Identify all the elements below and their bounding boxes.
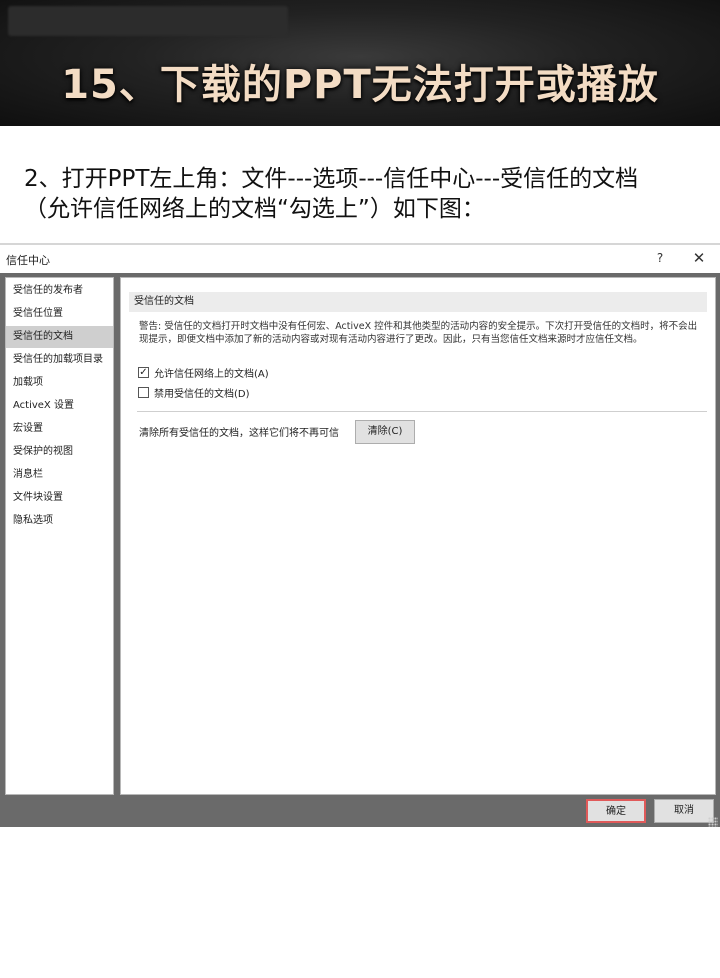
allow-network-documents-checkbox[interactable]: ✓ 允许信任网络上的文档(A) bbox=[138, 364, 269, 380]
trust-center-dialog: 信任中心 ? ✕ 受信任的发布者 受信任位置 受信任的文档 受信任的加载项目录 … bbox=[0, 243, 720, 827]
close-icon[interactable]: ✕ bbox=[690, 249, 708, 267]
sidebar-item-file-block-settings[interactable]: 文件块设置 bbox=[6, 487, 113, 509]
dialog-body: 受信任的发布者 受信任位置 受信任的文档 受信任的加载项目录 加载项 Activ… bbox=[0, 273, 720, 801]
checkbox-unchecked-icon[interactable] bbox=[138, 386, 149, 398]
section-header: 受信任的文档 bbox=[129, 292, 707, 312]
sidebar-item-activex-settings[interactable]: ActiveX 设置 bbox=[6, 395, 113, 417]
sidebar-item-message-bar[interactable]: 消息栏 bbox=[6, 464, 113, 486]
sidebar-item-trusted-locations[interactable]: 受信任位置 bbox=[6, 303, 113, 325]
blurred-header-text bbox=[8, 6, 288, 36]
divider bbox=[137, 411, 707, 412]
sidebar-item-macro-settings[interactable]: 宏设置 bbox=[6, 418, 113, 440]
dialog-titlebar: 信任中心 ? ✕ bbox=[0, 245, 720, 273]
help-icon[interactable]: ? bbox=[652, 249, 668, 267]
cancel-button[interactable]: 取消 bbox=[654, 799, 714, 823]
clear-button[interactable]: 清除(C) bbox=[355, 420, 415, 444]
instruction-text: 2、打开PPT左上角：文件---选项---信任中心---受信任的文档（允许信任网… bbox=[24, 166, 639, 222]
sidebar-item-privacy-options[interactable]: 隐私选项 bbox=[6, 510, 113, 532]
clear-description: 清除所有受信任的文档，这样它们将不再可信 bbox=[139, 428, 339, 439]
checkbox-label: 允许信任网络上的文档(A) bbox=[154, 368, 269, 380]
content-panel: 受信任的文档 警告: 受信任的文档打开时文档中没有任何宏、ActiveX 控件和… bbox=[120, 277, 716, 795]
sidebar: 受信任的发布者 受信任位置 受信任的文档 受信任的加载项目录 加载项 Activ… bbox=[5, 277, 114, 795]
checkbox-checked-icon[interactable]: ✓ bbox=[138, 366, 149, 378]
sidebar-item-protected-view[interactable]: 受保护的视图 bbox=[6, 441, 113, 463]
warning-text: 警告: 受信任的文档打开时文档中没有任何宏、ActiveX 控件和其他类型的活动… bbox=[139, 321, 698, 345]
resize-grip-icon[interactable] bbox=[708, 817, 718, 827]
checkbox-label: 禁用受信任的文档(D) bbox=[154, 388, 250, 400]
sidebar-item-trusted-documents[interactable]: 受信任的文档 bbox=[6, 326, 113, 348]
sidebar-item-trusted-addin-catalogs[interactable]: 受信任的加载项目录 bbox=[6, 349, 113, 371]
sidebar-item-trusted-publishers[interactable]: 受信任的发布者 bbox=[6, 280, 113, 302]
banner-title: 15、下载的PPT无法打开或播放 bbox=[61, 62, 659, 108]
sidebar-item-addins[interactable]: 加载项 bbox=[6, 372, 113, 394]
dialog-title: 信任中心 bbox=[6, 254, 50, 267]
ok-button[interactable]: 确定 bbox=[586, 799, 646, 823]
title-banner: 15、下载的PPT无法打开或播放 bbox=[0, 0, 720, 126]
disable-trusted-documents-checkbox[interactable]: 禁用受信任的文档(D) bbox=[138, 384, 250, 400]
